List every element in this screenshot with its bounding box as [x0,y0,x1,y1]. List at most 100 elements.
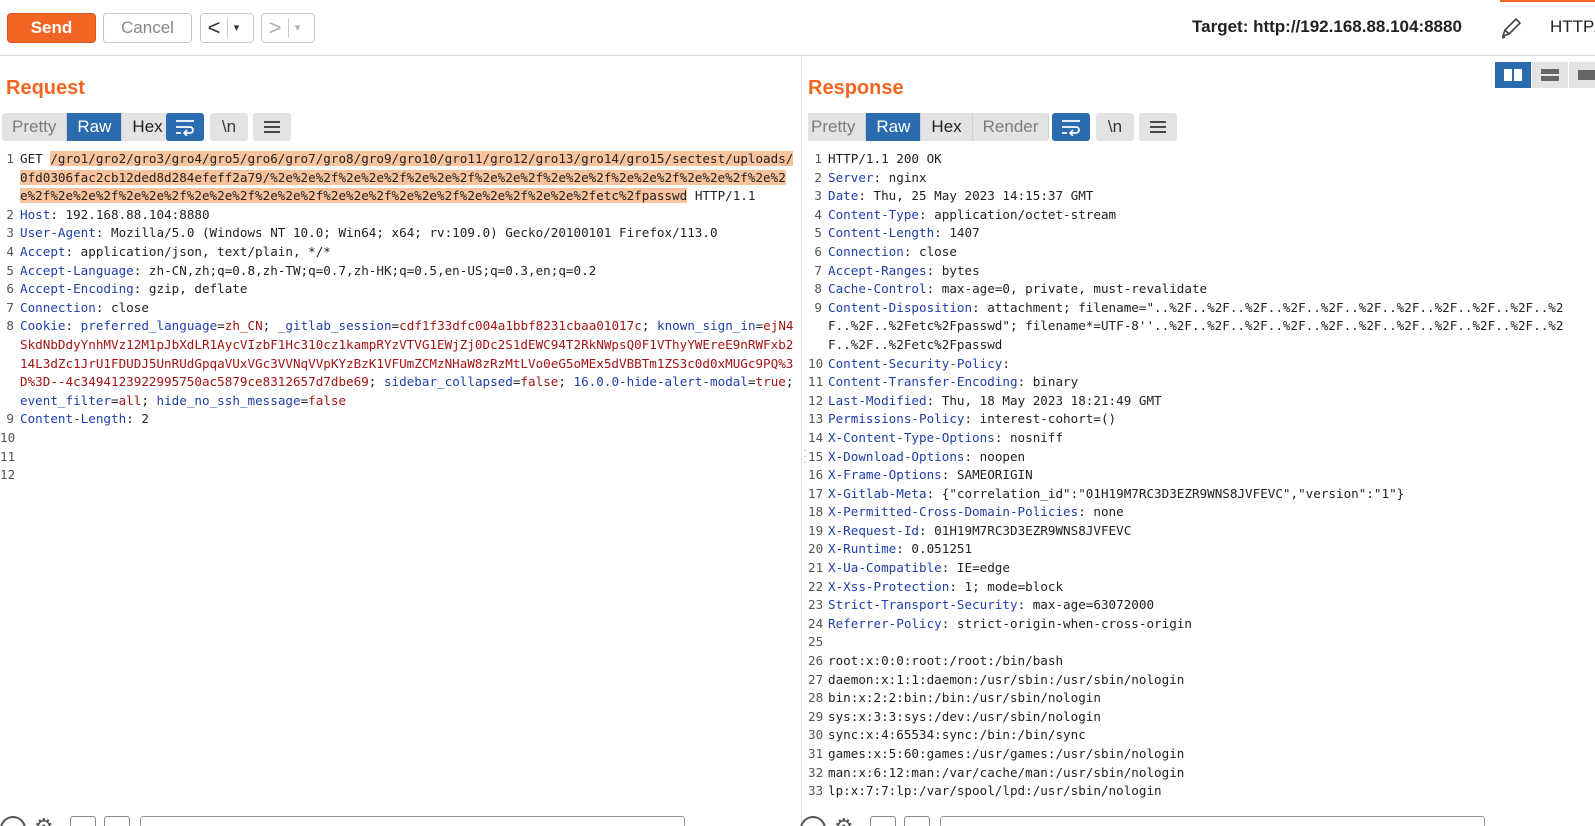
send-button[interactable]: Send [7,13,96,43]
request-search-input[interactable] [140,816,685,826]
code-line[interactable]: 6 Connection: close [808,243,1595,262]
code-line[interactable]: 20 X-Runtime: 0.051251 [808,540,1595,559]
prev-match-button[interactable] [70,816,96,826]
request-title: Request [6,77,85,99]
line-content: sys:x:3:3:sys:/dev:/usr/sbin/nologin [828,708,1595,727]
wrap-icon[interactable] [166,113,204,141]
code-line[interactable]: 8 Cookie: preferred_language=zh_CN; _gitl… [0,317,801,410]
code-line[interactable]: 5 Content-Length: 1407 [808,224,1595,243]
response-editor[interactable]: 1 HTTP/1.1 200 OK 2 Server: nginx 3 Date: Thu… [808,150,1595,826]
code-line[interactable]: 26 root:x:0:0:root:/root:/bin/bash [808,652,1595,671]
code-line[interactable]: 14 X-Content-Type-Options: nosniff [808,429,1595,448]
line-content: X-Frame-Options: SAMEORIGIN [828,466,1595,485]
code-line[interactable]: 2 Host: 192.168.88.104:8880 [0,206,801,225]
code-line[interactable]: 11 [0,448,801,467]
tab-pretty[interactable]: Pretty [808,113,867,141]
code-line[interactable]: 9 Content-Length: 2 [0,410,801,429]
http-version-label[interactable]: HTTP/ [1550,17,1595,37]
code-line[interactable]: 6 Accept-Encoding: gzip, deflate [0,280,801,299]
response-view-tabs: Pretty Raw Hex Render [808,113,1050,141]
tab-pretty[interactable]: Pretty [2,113,68,141]
wrap-icon[interactable] [1052,113,1090,141]
code-line[interactable]: 1 HTTP/1.1 200 OK [808,150,1595,169]
code-line[interactable]: 25 [808,633,1595,652]
forward-dropdown-button[interactable]: ▾ [288,18,306,38]
tab-raw[interactable]: Raw [866,113,922,141]
request-editor[interactable]: 1 GET /gro1/gro2/gro3/gro4/gro5/gro6/gro7… [0,150,801,826]
header-key: Referrer-Policy [828,615,942,631]
line-number: 9 [814,299,822,315]
code-line[interactable]: 19 X-Request-Id: 01H19M7RC3D3EZR9WNS8JVFE… [808,522,1595,541]
newline-icon[interactable]: \n [1096,113,1134,141]
selected-text: /gro1/gro2/gro3/gro4/gro5/gro6/gro7/gro8… [20,151,794,204]
code-line[interactable]: 16 X-Frame-Options: SAMEORIGIN [808,466,1595,485]
code-line[interactable]: 21 X-Ua-Compatible: IE=edge [808,559,1595,578]
code-line[interactable]: 29 sys:x:3:3:sys:/dev:/usr/sbin/nologin [808,708,1595,727]
gear-icon[interactable]: ⚙ [34,814,54,826]
code-line[interactable]: 13 Permissions-Policy: interest-cohort=() [808,410,1595,429]
back-dropdown-button[interactable]: ▾ [227,18,245,38]
code-line[interactable]: 22 X-Xss-Protection: 1; mode=block [808,578,1595,597]
tab-hex[interactable]: Hex [921,113,973,141]
code-line[interactable]: 3 Date: Thu, 25 May 2023 14:15:37 GMT [808,187,1595,206]
line-number: 8 [6,318,14,334]
text-segment: : nginx [873,169,927,185]
code-line[interactable]: 4 Accept: application/json, text/plain, *… [0,243,801,262]
next-match-button[interactable] [104,816,130,826]
gear-icon[interactable]: ⚙ [834,814,854,826]
line-number: 6 [814,243,822,259]
menu-icon[interactable] [253,113,291,141]
layout-single-icon[interactable] [1569,62,1595,88]
code-line[interactable]: 10 [0,429,801,448]
header-key: X-Content-Type-Options [828,429,995,445]
code-line[interactable]: 17 X-Gitlab-Meta: {"correlation_id":"01H1… [808,485,1595,504]
newline-icon[interactable]: \n [210,113,248,141]
header-key: Content-Security-Policy [828,355,1003,371]
next-match-button[interactable] [904,816,930,826]
menu-icon[interactable] [1139,113,1177,141]
code-line[interactable]: 3 User-Agent: Mozilla/5.0 (Windows NT 10.… [0,224,801,243]
code-line[interactable]: 28 bin:x:2:2:bin:/bin:/usr/sbin/nologin [808,689,1595,708]
code-line[interactable]: 15 X-Download-Options: noopen [808,448,1595,467]
forward-arrow-button[interactable]: > [262,14,288,42]
header-key: X-Gitlab-Meta [828,485,927,501]
code-line[interactable]: 33 lp:x:7:7:lp:/var/spool/lpd:/usr/sbin/n… [808,782,1595,801]
code-line[interactable]: 2 Server: nginx [808,169,1595,188]
line-content: Accept-Ranges: bytes [828,262,1595,281]
code-line[interactable]: 5 Accept-Language: zh-CN,zh;q=0.8,zh-TW;q… [0,262,801,281]
line-content: lp:x:7:7:lp:/var/spool/lpd:/usr/sbin/nol… [828,782,1595,801]
tab-render[interactable]: Render [972,113,1050,141]
help-icon[interactable] [800,816,826,826]
code-line[interactable]: 32 man:x:6:12:man:/var/cache/man:/usr/sbi… [808,764,1595,783]
code-line[interactable]: 12 Last-Modified: Thu, 18 May 2023 18:21:… [808,392,1595,411]
code-line[interactable]: 11 Content-Transfer-Encoding: binary [808,373,1595,392]
code-line[interactable]: 18 X-Permitted-Cross-Domain-Policies: non… [808,503,1595,522]
pencil-icon[interactable] [1497,14,1525,42]
cookie-value: all [118,392,142,408]
prev-match-button[interactable] [870,816,896,826]
code-line[interactable]: 9 Content-Disposition: attachment; filena… [808,299,1595,355]
code-line[interactable]: 23 Strict-Transport-Security: max-age=630… [808,596,1595,615]
code-line[interactable]: 27 daemon:x:1:1:daemon:/usr/sbin:/usr/sbi… [808,671,1595,690]
line-content: X-Request-Id: 01H19M7RC3D3EZR9WNS8JVFEVC [828,522,1595,541]
help-icon[interactable] [0,816,26,826]
code-line[interactable]: 8 Cache-Control: max-age=0, private, must… [808,280,1595,299]
cancel-button[interactable]: Cancel [103,13,192,43]
code-line[interactable]: 31 games:x:5:60:games:/usr/games:/usr/sbi… [808,745,1595,764]
tab-raw[interactable]: Raw [67,113,123,141]
code-line[interactable]: 24 Referrer-Policy: strict-origin-when-cr… [808,615,1595,634]
code-line[interactable]: 12 [0,466,801,485]
line-number: 27 [808,671,824,687]
code-line[interactable]: 7 Accept-Ranges: bytes [808,262,1595,281]
layout-stacked-icon[interactable] [1532,62,1568,88]
line-number: 16 [808,467,824,483]
code-line[interactable]: 4 Content-Type: application/octet-stream [808,206,1595,225]
code-line[interactable]: 30 sync:x:4:65534:sync:/bin:/bin/sync [808,726,1595,745]
code-line[interactable]: 1 GET /gro1/gro2/gro3/gro4/gro5/gro6/gro7… [0,150,801,206]
back-arrow-button[interactable]: < [201,14,227,42]
code-line[interactable]: 7 Connection: close [0,299,801,318]
code-line[interactable]: 10 Content-Security-Policy: [808,355,1595,374]
line-content: Strict-Transport-Security: max-age=63072… [828,596,1595,615]
response-search-input[interactable] [940,816,1485,826]
layout-side-by-side-icon[interactable] [1495,62,1531,88]
